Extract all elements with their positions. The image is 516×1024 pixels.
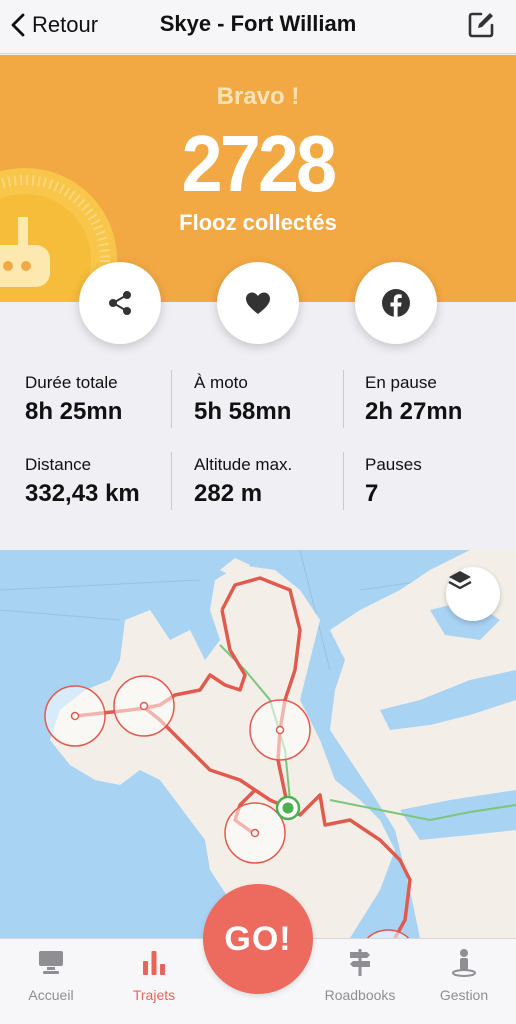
share-icon <box>109 291 131 315</box>
facebook-button[interactable] <box>355 262 437 344</box>
divider <box>343 370 344 428</box>
stat-label: Pauses <box>365 455 422 474</box>
facebook-icon <box>382 289 410 317</box>
go-label: GO! <box>224 919 292 958</box>
flooz-label: Flooz collectés <box>179 210 337 235</box>
tab-label: Gestion <box>439 987 489 1003</box>
stat-value: 2h 27mn <box>365 398 463 425</box>
stat-value: 5h 58mn <box>194 398 292 425</box>
stat-label: Durée totale <box>25 373 118 392</box>
tab-label: Roadbooks <box>324 987 396 1003</box>
stat-max-altitude: Altitude max. 282 m <box>194 455 354 508</box>
stat-value: 282 m <box>194 480 263 507</box>
tab-label: Trajets <box>132 987 176 1003</box>
tab-gestion[interactable]: Gestion <box>414 947 514 1003</box>
flooz-score: 2728 <box>181 119 337 208</box>
divider <box>171 370 172 428</box>
stat-pause-duration: En pause 2h 27mn <box>365 373 516 426</box>
bar-chart-icon <box>143 951 165 975</box>
stat-value: 8h 25mn <box>25 398 123 425</box>
stat-value: 332,43 km <box>25 480 140 507</box>
divider <box>171 452 172 510</box>
stat-label: Distance <box>25 455 92 474</box>
tab-label: Accueil <box>28 987 74 1003</box>
favorite-button[interactable] <box>217 262 299 344</box>
tab-roadbooks[interactable]: Roadbooks <box>310 947 410 1003</box>
stat-riding-duration: À moto 5h 58mn <box>194 373 354 426</box>
page-title: Skye - Fort William <box>159 11 357 36</box>
share-button[interactable] <box>79 262 161 344</box>
signpost-icon <box>350 949 370 976</box>
monitor-icon <box>39 951 63 974</box>
map-layers-button[interactable] <box>446 567 500 621</box>
person-icon <box>452 949 476 977</box>
route-map[interactable] <box>0 550 516 938</box>
heart-icon <box>246 292 270 314</box>
edit-icon[interactable] <box>466 10 496 40</box>
stat-value: 7 <box>365 480 379 507</box>
stat-pauses-count: Pauses 7 <box>365 455 516 508</box>
stat-total-duration: Durée totale 8h 25mn <box>25 373 185 426</box>
trip-stats: Durée totale 8h 25mn À moto 5h 58mn En p… <box>0 360 516 550</box>
stat-label: Altitude max. <box>194 455 293 474</box>
tab-trajets[interactable]: Trajets <box>104 947 204 1003</box>
bravo-text: Bravo ! <box>216 83 300 110</box>
tab-accueil[interactable]: Accueil <box>1 947 101 1003</box>
stat-distance: Distance 332,43 km <box>25 455 185 508</box>
map-canvas <box>0 550 516 938</box>
nav-bar: Retour Skye - Fort William <box>0 0 516 54</box>
divider <box>343 452 344 510</box>
stat-label: À moto <box>194 373 248 392</box>
layers-icon <box>448 571 472 590</box>
go-button[interactable]: GO! <box>203 884 313 994</box>
stat-label: En pause <box>365 373 437 392</box>
